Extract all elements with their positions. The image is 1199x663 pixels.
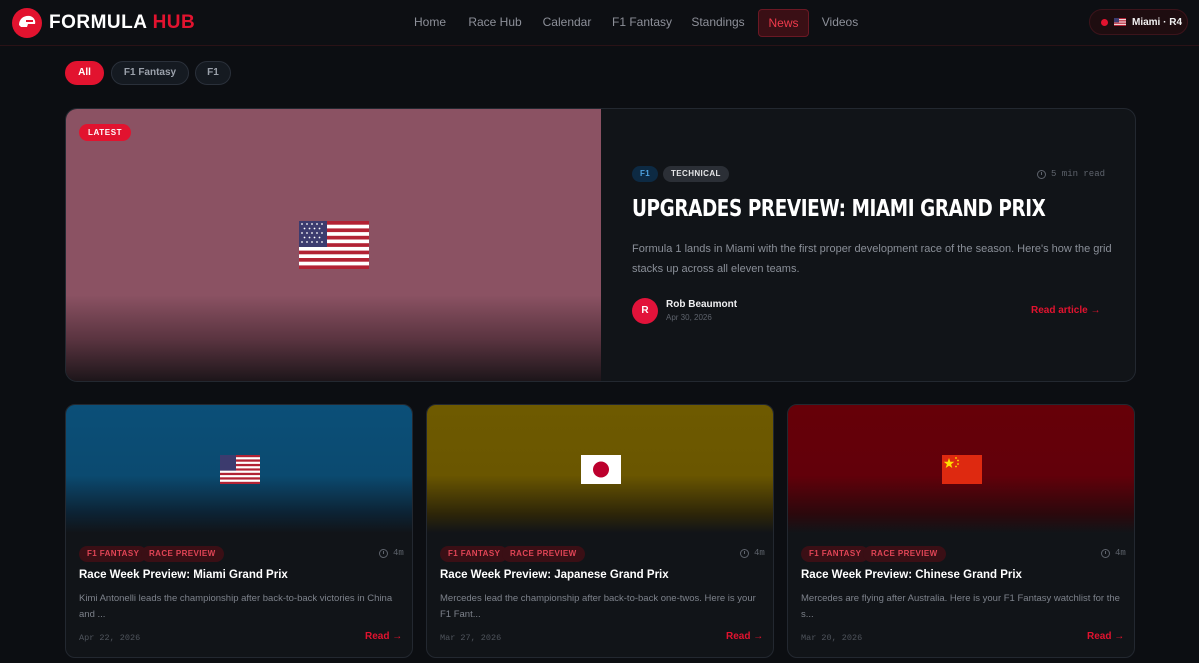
brand-name: FORMULA <box>49 12 147 33</box>
nav-calendar[interactable]: Calendar <box>536 9 598 37</box>
tag-f1[interactable]: F1 <box>632 166 659 182</box>
china-flag-icon <box>942 455 982 484</box>
card-image <box>66 405 412 533</box>
card-title[interactable]: Race Week Preview: Chinese Grand Prix <box>801 569 1022 581</box>
card-image <box>788 405 1134 533</box>
avatar: R <box>632 298 658 324</box>
clock-icon <box>1037 169 1046 179</box>
article-card-japan[interactable]: F1 FANTASY RACE PREVIEW 4m Race Week Pre… <box>426 404 774 658</box>
card-read-time-text: 4m <box>393 548 404 558</box>
featured-description: Formula 1 lands in Miami with the first … <box>632 243 1112 275</box>
card-excerpt: Mercedes are flying after Australia. Her… <box>801 593 1120 620</box>
card-title[interactable]: Race Week Preview: Japanese Grand Prix <box>440 569 669 581</box>
featured-read-time: 5 min read <box>1037 169 1105 179</box>
card-excerpt: Kimi Antonelli leads the championship af… <box>79 593 393 620</box>
nav-news[interactable]: News <box>758 9 809 37</box>
featured-image: LATEST <box>66 109 601 381</box>
article-card-china[interactable]: F1 FANTASY RACE PREVIEW 4m Race Week Pre… <box>787 404 1135 658</box>
featured-read-time-text: 5 min read <box>1051 169 1106 179</box>
tag-race-preview[interactable]: RACE PREVIEW <box>863 546 946 562</box>
tag-f1-fantasy[interactable]: F1 FANTASY <box>79 546 148 562</box>
nav-f1-fantasy[interactable]: F1 Fantasy <box>608 9 676 37</box>
filter-f1-fantasy[interactable]: F1 Fantasy <box>111 61 189 85</box>
current-race-chip[interactable]: Miami · R4 <box>1089 9 1188 35</box>
card-read-time-text: 4m <box>1115 548 1126 558</box>
card-read-time: 4m <box>1101 548 1126 558</box>
tag-f1-fantasy[interactable]: F1 FANTASY <box>440 546 509 562</box>
card-date: Mar 27, 2026 <box>440 633 502 643</box>
race-chip-label: Miami · R4 <box>1132 16 1183 28</box>
author-name: Rob Beaumont <box>666 299 738 310</box>
tag-race-preview[interactable]: RACE PREVIEW <box>141 546 224 562</box>
clock-icon <box>379 548 388 558</box>
clock-icon <box>740 548 749 558</box>
card-title[interactable]: Race Week Preview: Miami Grand Prix <box>79 569 288 581</box>
nav-videos[interactable]: Videos <box>815 9 865 37</box>
nav-standings[interactable]: Standings <box>685 9 751 37</box>
card-image <box>427 405 773 533</box>
card-read-time: 4m <box>740 548 765 558</box>
card-excerpt: Mercedes lead the championship after bac… <box>440 593 756 620</box>
brand-accent: HUB <box>152 12 196 33</box>
featured-title[interactable]: UPGRADES PREVIEW: MIAMI GRAND PRIX <box>632 196 1046 222</box>
card-read-link[interactable]: Read → <box>365 631 402 642</box>
helmet-icon[interactable] <box>12 8 42 38</box>
card-date: Mar 20, 2026 <box>801 633 863 643</box>
nav-home[interactable]: Home <box>405 9 455 37</box>
card-date: Apr 22, 2026 <box>79 633 141 643</box>
usa-flag-icon <box>220 455 260 484</box>
tag-f1-fantasy[interactable]: F1 FANTASY <box>801 546 870 562</box>
article-card-miami[interactable]: F1 FANTASY RACE PREVIEW 4m Race Week Pre… <box>65 404 413 658</box>
brand-logo[interactable]: FORMULA HUB <box>49 12 195 34</box>
card-read-link[interactable]: Read → <box>726 631 763 642</box>
japan-flag-icon <box>581 455 621 484</box>
card-read-time-text: 4m <box>754 548 765 558</box>
usa-flag-icon <box>299 221 369 269</box>
top-navigation-bar: FORMULA HUB Home Race Hub Calendar F1 Fa… <box>0 0 1199 46</box>
latest-badge: LATEST <box>79 124 132 141</box>
nav-race-hub[interactable]: Race Hub <box>463 9 527 37</box>
card-read-link[interactable]: Read → <box>1087 631 1124 642</box>
filter-f1[interactable]: F1 <box>195 61 231 85</box>
live-dot-icon <box>1101 18 1108 26</box>
read-article-link[interactable]: Read article → <box>1031 305 1100 316</box>
tag-technical[interactable]: TECHNICAL <box>663 166 729 182</box>
usa-flag-icon <box>1114 18 1126 26</box>
filter-all[interactable]: All <box>65 61 104 85</box>
author-date: Apr 30, 2026 <box>666 313 712 322</box>
card-read-time: 4m <box>379 548 404 558</box>
clock-icon <box>1101 548 1110 558</box>
tag-race-preview[interactable]: RACE PREVIEW <box>502 546 585 562</box>
